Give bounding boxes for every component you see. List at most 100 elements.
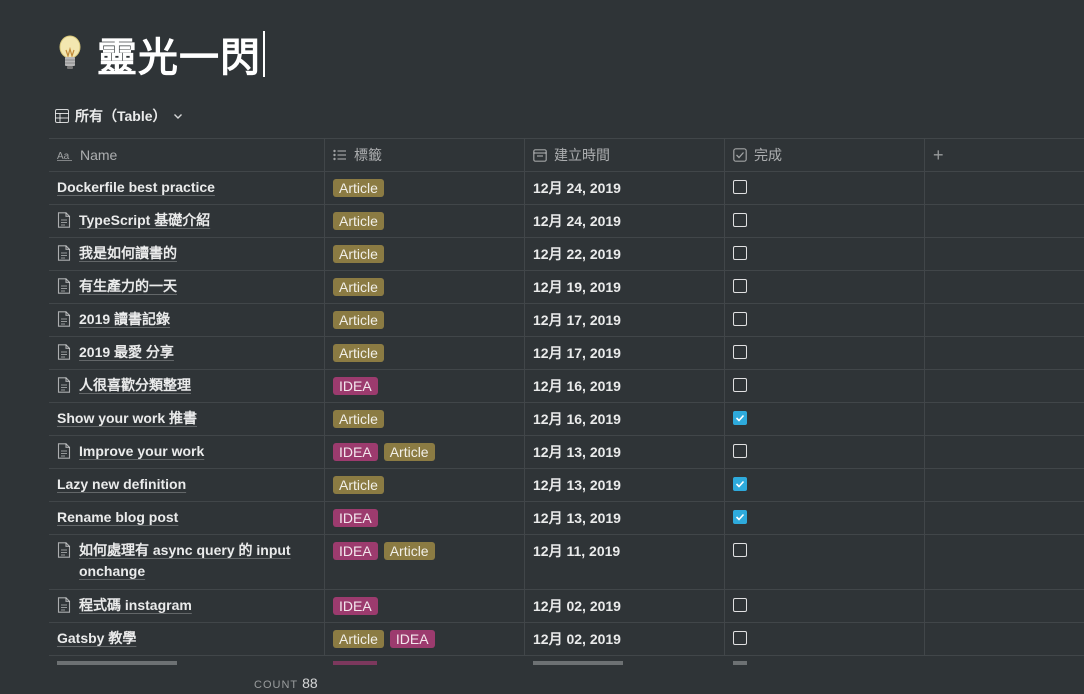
name-cell[interactable]: Gatsby 教學 (49, 623, 325, 655)
created-cell[interactable]: 12月 11, 2019 (525, 535, 725, 589)
row-title[interactable]: 程式碼 instagram (79, 595, 192, 616)
tags-cell[interactable]: Article IDEA (325, 623, 525, 655)
name-cell[interactable]: 2019 讀書記錄 (49, 304, 325, 336)
row-title[interactable]: Gatsby 教學 (57, 628, 136, 649)
name-cell[interactable]: Improve your work (49, 436, 325, 468)
name-cell[interactable]: Dockerfile best practice (49, 172, 325, 204)
done-checkbox[interactable] (733, 510, 747, 524)
tags-cell[interactable]: Article (325, 469, 525, 501)
done-checkbox[interactable] (733, 411, 747, 425)
created-cell[interactable]: 12月 13, 2019 (525, 502, 725, 534)
table-row[interactable]: 如何處理有 async query 的 input onchange IDEA Ar… (49, 535, 1084, 590)
created-cell[interactable]: 12月 02, 2019 (525, 623, 725, 655)
name-cell[interactable]: TypeScript 基礎介紹 (49, 205, 325, 237)
add-column-button[interactable]: + (925, 139, 1084, 171)
created-cell[interactable]: 12月 24, 2019 (525, 172, 725, 204)
column-header-name[interactable]: Aa Name (49, 139, 325, 171)
row-title[interactable]: Lazy new definition (57, 474, 186, 495)
view-selector[interactable]: 所有（Table） (55, 106, 189, 126)
tags-cell[interactable]: IDEA (325, 502, 525, 534)
name-cell[interactable]: 人很喜歡分類整理 (49, 370, 325, 402)
tags-cell[interactable]: Article (325, 271, 525, 303)
table-row[interactable]: TypeScript 基礎介紹 Article 12月 24, 2019 (49, 205, 1084, 238)
created-cell[interactable]: 12月 02, 2019 (525, 590, 725, 622)
row-title[interactable]: TypeScript 基礎介紹 (79, 210, 210, 231)
row-title[interactable]: 我是如何讀書的 (79, 243, 177, 264)
tags-cell[interactable]: Article (325, 403, 525, 435)
created-cell[interactable]: 12月 13, 2019 (525, 436, 725, 468)
table-row[interactable]: 2019 讀書記錄 Article 12月 17, 2019 (49, 304, 1084, 337)
page-title[interactable]: 靈光一閃 (97, 25, 261, 83)
tags-cell[interactable]: IDEA (325, 590, 525, 622)
table-row[interactable]: Rename blog post IDEA 12月 13, 2019 (49, 502, 1084, 535)
tags-cell[interactable]: IDEA Article (325, 436, 525, 468)
done-checkbox[interactable] (733, 246, 747, 260)
row-title[interactable]: Improve your work (79, 441, 204, 462)
table-row[interactable]: Gatsby 教學 Article IDEA 12月 02, 2019 (49, 623, 1084, 656)
count-value: 88 (302, 675, 318, 691)
tags-cell[interactable]: Article (325, 205, 525, 237)
done-checkbox[interactable] (733, 444, 747, 458)
created-cell[interactable]: 12月 17, 2019 (525, 304, 725, 336)
created-cell[interactable]: 12月 24, 2019 (525, 205, 725, 237)
created-cell[interactable]: 12月 19, 2019 (525, 271, 725, 303)
tags-cell[interactable]: Article (325, 304, 525, 336)
done-checkbox[interactable] (733, 180, 747, 194)
done-checkbox[interactable] (733, 312, 747, 326)
tags-cell[interactable]: IDEA Article (325, 535, 525, 589)
done-checkbox[interactable] (733, 477, 747, 491)
lightbulb-icon[interactable] (57, 34, 83, 74)
done-checkbox[interactable] (733, 631, 747, 645)
column-header-done[interactable]: 完成 (725, 139, 925, 171)
page-document-icon (57, 443, 71, 459)
tag-badge: IDEA (333, 443, 378, 461)
tags-cell[interactable]: Article (325, 172, 525, 204)
name-cell[interactable]: Lazy new definition (49, 469, 325, 501)
table-row[interactable]: 程式碼 instagram IDEA 12月 02, 2019 (49, 590, 1084, 623)
row-title[interactable]: 人很喜歡分類整理 (79, 375, 191, 396)
tags-cell[interactable]: Article (325, 337, 525, 369)
name-cell[interactable]: Show your work 推書 (49, 403, 325, 435)
done-checkbox[interactable] (733, 345, 747, 359)
done-checkbox[interactable] (733, 598, 747, 612)
tags-cell[interactable]: Article (325, 238, 525, 270)
count-summary[interactable]: COUNT 88 (254, 675, 318, 691)
done-checkbox[interactable] (733, 378, 747, 392)
created-cell[interactable]: 12月 13, 2019 (525, 469, 725, 501)
table-row[interactable]: Dockerfile best practice Article 12月 24, 2… (49, 172, 1084, 205)
tag-badge: Article (333, 344, 384, 362)
created-cell[interactable]: 12月 16, 2019 (525, 403, 725, 435)
name-cell[interactable]: Rename blog post (49, 502, 325, 534)
row-title[interactable]: 有生產力的一天 (79, 276, 177, 297)
row-title[interactable]: Dockerfile best practice (57, 177, 215, 198)
created-cell[interactable]: 12月 16, 2019 (525, 370, 725, 402)
created-cell[interactable]: 12月 17, 2019 (525, 337, 725, 369)
name-cell[interactable]: 有生產力的一天 (49, 271, 325, 303)
table-row[interactable]: Lazy new definition Article 12月 13, 2019 (49, 469, 1084, 502)
done-checkbox[interactable] (733, 213, 747, 227)
tag-badge: Article (383, 443, 435, 461)
name-cell[interactable]: 2019 最愛 分享 (49, 337, 325, 369)
table-row[interactable]: Improve your work IDEA Article 12月 13, 2019 (49, 436, 1084, 469)
empty-cell (925, 205, 1084, 237)
row-title[interactable]: Show your work 推書 (57, 408, 197, 429)
row-title[interactable]: Rename blog post (57, 507, 178, 528)
name-cell[interactable]: 如何處理有 async query 的 input onchange (49, 535, 325, 589)
row-title[interactable]: 2019 讀書記錄 (79, 309, 170, 330)
tag-badge: IDEA (333, 542, 378, 560)
table-row[interactable]: 我是如何讀書的 Article 12月 22, 2019 (49, 238, 1084, 271)
table-row[interactable]: 2019 最愛 分享 Article 12月 17, 2019 (49, 337, 1084, 370)
created-cell[interactable]: 12月 22, 2019 (525, 238, 725, 270)
table-row[interactable]: 人很喜歡分類整理 IDEA 12月 16, 2019 (49, 370, 1084, 403)
name-cell[interactable]: 程式碼 instagram (49, 590, 325, 622)
table-row[interactable]: Show your work 推書 Article 12月 16, 2019 (49, 403, 1084, 436)
name-cell[interactable]: 我是如何讀書的 (49, 238, 325, 270)
column-header-created[interactable]: 建立時間 (525, 139, 725, 171)
done-checkbox[interactable] (733, 543, 747, 557)
column-header-tags[interactable]: 標籤 (325, 139, 525, 171)
done-checkbox[interactable] (733, 279, 747, 293)
tags-cell[interactable]: IDEA (325, 370, 525, 402)
table-row[interactable]: 有生產力的一天 Article 12月 19, 2019 (49, 271, 1084, 304)
row-title[interactable]: 2019 最愛 分享 (79, 342, 174, 363)
row-title[interactable]: 如何處理有 async query 的 input onchange (79, 540, 316, 582)
